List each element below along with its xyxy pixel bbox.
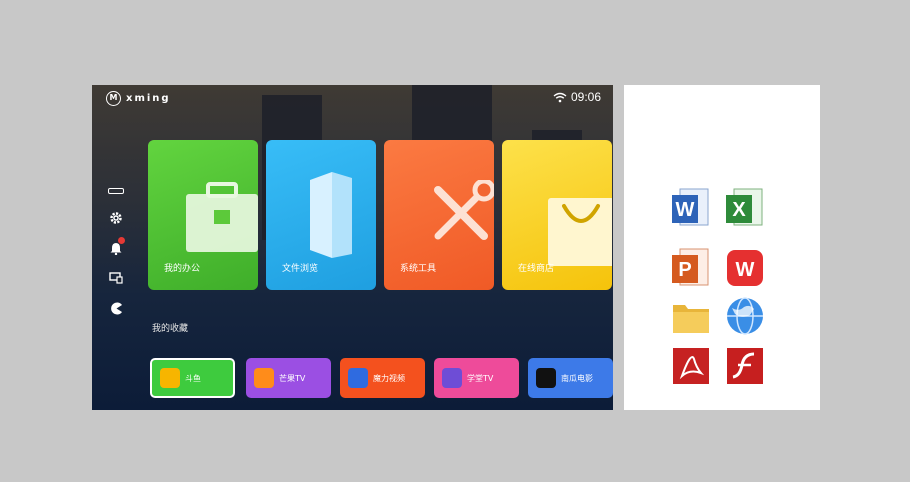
wps-icon: W: [727, 250, 763, 286]
app-label: 斗鱼: [185, 373, 201, 383]
app-label: 魔力视频: [373, 373, 405, 383]
book-icon: [310, 172, 352, 258]
logo-mark-icon: M: [106, 91, 121, 106]
xuetang-tv-icon: [442, 368, 462, 388]
pdf-icon: [673, 348, 709, 384]
app-label: 学堂TV: [467, 373, 494, 383]
svg-text:X: X: [732, 199, 746, 221]
favorites-title: 我的收藏: [152, 324, 189, 334]
clock: 09:06: [570, 90, 601, 104]
wifi-icon: [553, 92, 567, 102]
card-file-browser[interactable]: 文件浏览: [266, 140, 376, 290]
card-label: 我的办公: [164, 264, 201, 274]
favorite-app-moli-video[interactable]: 魔力视频: [340, 358, 425, 398]
pacman-game-icon[interactable]: [106, 298, 126, 318]
mangotv-icon: [254, 368, 274, 388]
settings-gear-icon[interactable]: [106, 208, 126, 228]
logo-text: xming: [126, 93, 171, 104]
folder-icon: [673, 305, 709, 333]
moli-video-icon: [348, 368, 368, 388]
flash-icon: [727, 348, 763, 384]
excel-icon: X: [726, 188, 763, 226]
status-area: 09:06: [553, 90, 601, 104]
browser-globe-icon: [727, 297, 763, 335]
nangua-movie-icon: [536, 368, 556, 388]
menu-bar-icon[interactable]: [106, 181, 126, 201]
favorite-app-douyu[interactable]: 斗鱼: [150, 358, 235, 398]
card-label: 系统工具: [400, 264, 437, 274]
wrench-screwdriver-icon: [434, 180, 494, 240]
svg-text:W: W: [676, 199, 695, 221]
svg-text:P: P: [678, 259, 691, 281]
briefcase-icon: [186, 182, 258, 252]
card-label: 在线商店: [518, 264, 555, 274]
screen-cast-icon[interactable]: [106, 268, 126, 288]
app-label: 南瓜电影: [561, 373, 593, 383]
tv-launcher-screen: M xming 09:06 我的办公 文件浏览 系统工具 在线商店 我的收藏 斗…: [92, 85, 613, 410]
favorite-app-nangua-movie[interactable]: 南瓜电影: [528, 358, 613, 398]
favorite-app-mangotv[interactable]: 芒果TV: [246, 358, 331, 398]
card-online-store[interactable]: 在线商店: [502, 140, 612, 290]
favorite-app-xuetang-tv[interactable]: 学堂TV: [434, 358, 519, 398]
powerpoint-icon: P: [672, 248, 709, 286]
word-icon: W: [672, 188, 709, 226]
card-system-tools[interactable]: 系统工具: [384, 140, 494, 290]
office-formats-panel: W X P W: [624, 85, 820, 410]
douyu-icon: [160, 368, 180, 388]
notification-badge: [118, 237, 125, 244]
notification-bell-icon[interactable]: [106, 237, 126, 258]
top-bar: M xming 09:06: [92, 85, 613, 113]
card-my-office[interactable]: 我的办公: [148, 140, 258, 290]
card-label: 文件浏览: [282, 264, 319, 274]
shopping-bag-icon: [548, 198, 612, 266]
logo: M xming: [106, 91, 171, 106]
app-label: 芒果TV: [279, 373, 306, 383]
svg-text:W: W: [736, 259, 755, 281]
